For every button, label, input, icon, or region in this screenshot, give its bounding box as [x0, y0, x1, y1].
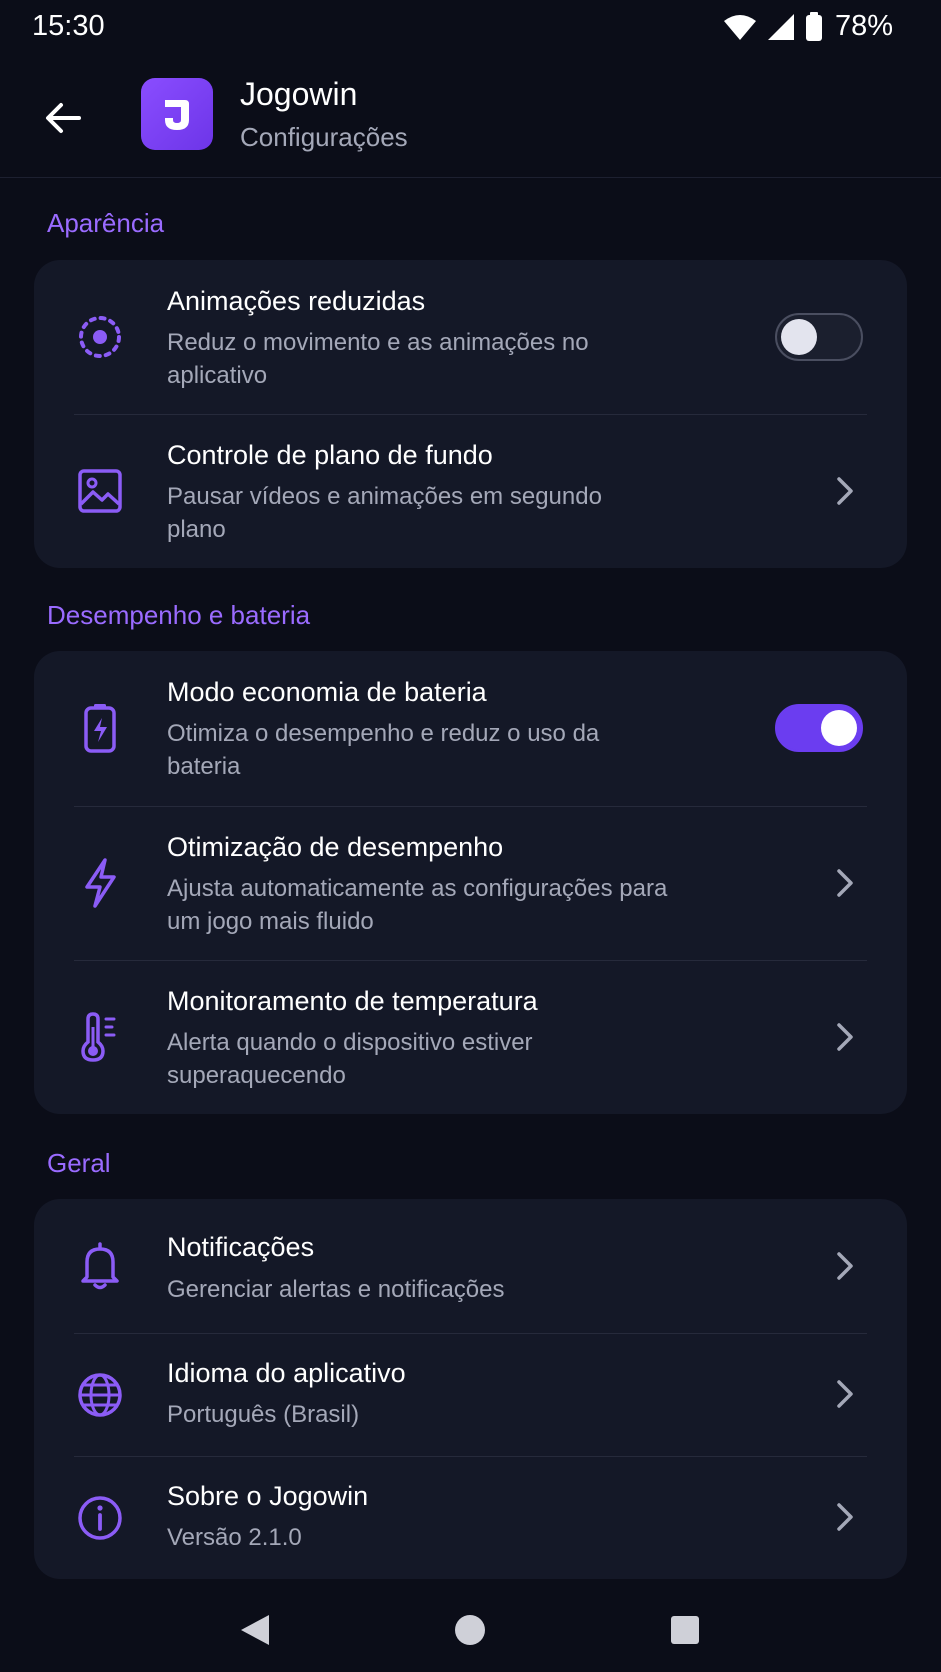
status-icons: 78%	[723, 10, 893, 43]
setting-row-battery-saver[interactable]: Modo economia de bateria Otimiza o desem…	[34, 651, 907, 806]
wifi-icon	[723, 13, 757, 41]
app-bar: Jogowin Configurações	[0, 56, 941, 178]
toggle-knob	[821, 710, 857, 746]
section-title-general: Geral	[47, 1148, 111, 1178]
setting-description: Alerta quando o dispositivo estiver supe…	[167, 1029, 533, 1089]
setting-title: Controle de plano de fundo	[167, 440, 493, 470]
reduced-animations-toggle[interactable]	[775, 313, 863, 361]
setting-title: Otimização de desempenho	[167, 832, 504, 862]
setting-description: Português (Brasil)	[167, 1401, 360, 1428]
setting-title: Idioma do aplicativo	[167, 1358, 406, 1388]
chevron-right-icon	[833, 1377, 857, 1411]
thermometer-icon	[74, 1011, 126, 1063]
setting-title: Monitoramento de temperatura	[167, 986, 538, 1016]
status-bar: 15:30 78%	[0, 0, 941, 56]
battery-saver-icon	[74, 702, 126, 754]
back-arrow-icon	[46, 103, 81, 133]
chevron-right-icon	[833, 1020, 857, 1054]
globe-icon	[74, 1369, 126, 1421]
section-title-performance: Desempenho e bateria	[47, 600, 311, 630]
battery-icon	[805, 11, 823, 42]
lightning-icon	[74, 857, 126, 909]
nav-back-button[interactable]	[235, 1610, 275, 1650]
nav-back-icon	[241, 1615, 269, 1645]
app-title: Jogowin	[240, 76, 358, 112]
chevron-right-icon	[833, 1500, 857, 1534]
setting-description: Versão 2.1.0	[167, 1524, 302, 1551]
nav-recents-icon	[671, 1616, 699, 1644]
setting-row-about[interactable]: Sobre o Jogowin Versão 2.1.0	[34, 1456, 907, 1579]
reduced-motion-icon	[74, 311, 126, 363]
back-button[interactable]	[38, 93, 88, 143]
settings-card-appearance: Animações reduzidas Reduz o movimento e …	[34, 260, 907, 568]
setting-description: Gerenciar alertas e notificações	[167, 1276, 505, 1303]
nav-home-icon	[455, 1615, 485, 1645]
page-subtitle: Configurações	[240, 122, 408, 152]
status-time: 15:30	[32, 10, 105, 42]
chevron-right-icon	[833, 474, 857, 508]
settings-screen: 15:30 78% Jogowin Configurações Aparênci…	[0, 0, 941, 1672]
info-icon	[74, 1492, 126, 1544]
setting-row-reduced-animations[interactable]: Animações reduzidas Reduz o movimento e …	[34, 260, 907, 414]
setting-row-temperature-monitoring[interactable]: Monitoramento de temperatura Alerta quan…	[34, 960, 907, 1114]
settings-card-performance: Modo economia de bateria Otimiza o desem…	[34, 651, 907, 1114]
battery-saver-toggle[interactable]	[775, 704, 863, 752]
setting-row-language[interactable]: Idioma do aplicativo Português (Brasil)	[34, 1333, 907, 1456]
battery-percentage: 78%	[834, 10, 893, 42]
setting-description: Ajusta automaticamente as configurações …	[167, 875, 668, 935]
setting-title: Sobre o Jogowin	[167, 1481, 369, 1511]
signal-icon	[767, 13, 795, 41]
setting-description: Otimiza o desempenho e reduz o uso da ba…	[167, 720, 600, 780]
nav-home-button[interactable]	[450, 1610, 490, 1650]
setting-description: Pausar vídeos e animações em segundo pla…	[167, 483, 602, 543]
app-logo	[141, 78, 213, 150]
setting-title: Modo economia de bateria	[167, 677, 487, 707]
toggle-knob	[781, 319, 817, 355]
setting-row-performance-optimization[interactable]: Otimização de desempenho Ajusta automati…	[34, 806, 907, 960]
chevron-right-icon	[833, 866, 857, 900]
image-icon	[74, 465, 126, 517]
setting-description: Reduz o movimento e as animações no apli…	[167, 329, 589, 389]
settings-card-general: Notificações Gerenciar alertas e notific…	[34, 1199, 907, 1579]
setting-title: Notificações	[167, 1232, 315, 1262]
setting-title: Animações reduzidas	[167, 286, 426, 316]
chevron-right-icon	[833, 1249, 857, 1283]
setting-row-notifications[interactable]: Notificações Gerenciar alertas e notific…	[34, 1199, 907, 1333]
jogowin-logo-icon	[165, 100, 189, 130]
bell-icon	[74, 1240, 126, 1292]
system-navigation-bar	[0, 1580, 941, 1672]
section-title-appearance: Aparência	[47, 208, 165, 238]
setting-row-background-control[interactable]: Controle de plano de fundo Pausar vídeos…	[34, 414, 907, 568]
nav-recents-button[interactable]	[665, 1610, 705, 1650]
